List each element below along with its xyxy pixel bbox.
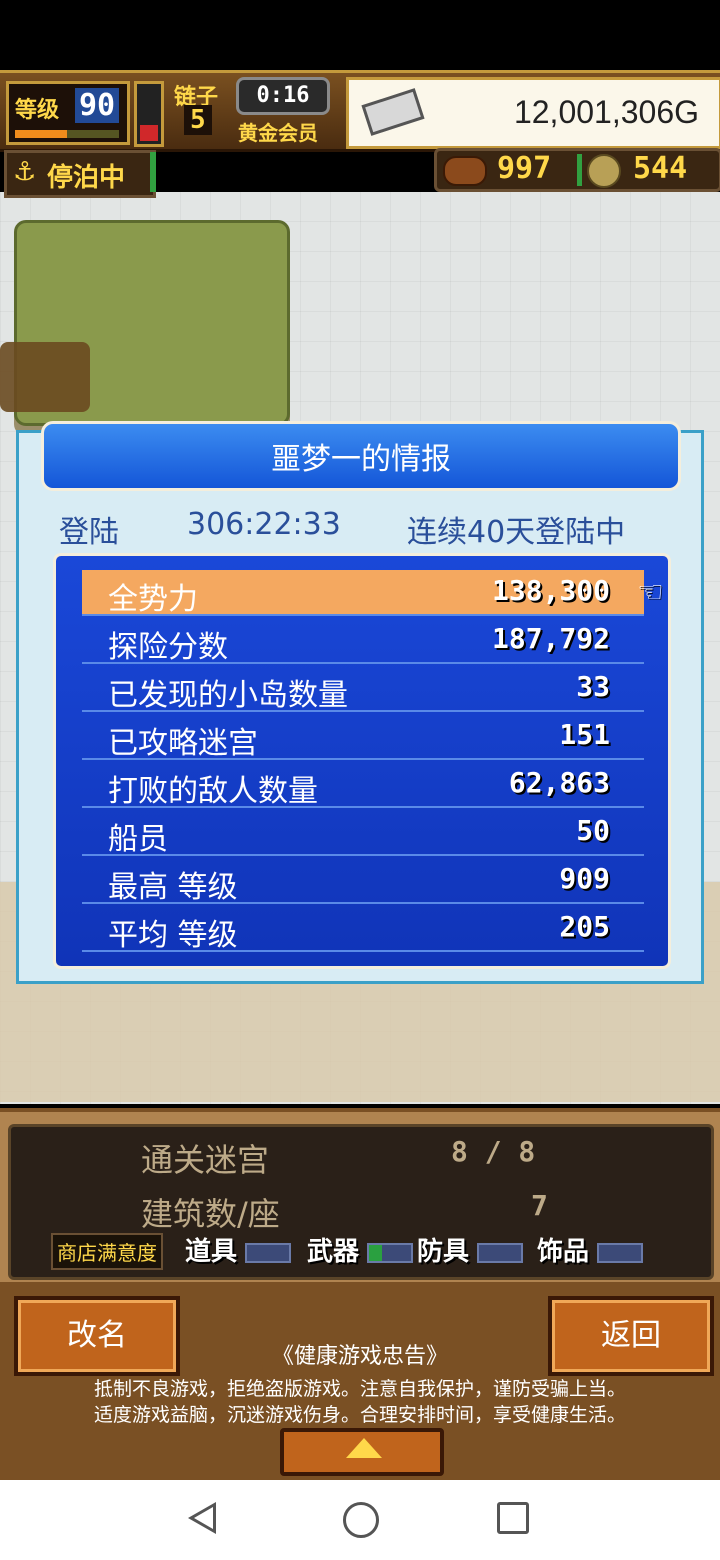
shop-satisfaction-bar: [597, 1243, 643, 1263]
shop-item-label: 饰品: [537, 1237, 590, 1267]
stat-row[interactable]: 船员 50: [82, 810, 644, 857]
stat-row[interactable]: 探险分数 187,792: [82, 618, 644, 665]
up-arrow-icon: [346, 1438, 382, 1458]
login-streak: 连续40天登陆中: [407, 515, 626, 550]
resources-box: 997 544: [434, 148, 720, 192]
health-notice-line1: 抵制不良游戏，拒绝盗版游戏。注意自我保护，谨防受骗上当。: [93, 1378, 626, 1400]
stat-label: 已发现的小岛数量: [108, 678, 348, 713]
stat-value: 187,792: [491, 622, 610, 655]
info-dialog: 噩梦一的情报 登陆 306:22:33 连续40天登陆中 全势力 138,300 探…: [16, 421, 704, 984]
ship-sprite: [0, 342, 90, 412]
dialog-title: 噩梦一的情报: [271, 442, 451, 477]
expand-button[interactable]: [280, 1428, 444, 1476]
stat-row[interactable]: 平均 等级 205: [82, 906, 644, 953]
anchor-icon: ⚓: [13, 157, 37, 187]
hp-gauge: [134, 81, 164, 147]
status-bar: [0, 0, 720, 70]
health-notice-line2: 适度游戏益脑，沉迷游戏伤身。合理安排时间，享受健康生活。: [93, 1404, 626, 1426]
stat-value: 151: [559, 718, 610, 751]
stat-value: 138,300: [491, 574, 610, 607]
login-label: 登陆: [59, 515, 119, 550]
shop-satisfaction-label: 商店满意度: [51, 1233, 163, 1270]
gold-value: 12,001,306G: [513, 94, 699, 130]
shop-item-label: 防具: [417, 1237, 470, 1267]
nav-recents-icon[interactable]: [497, 1502, 529, 1534]
stat-label: 最高 等级: [108, 870, 238, 905]
resource-divider: [577, 154, 582, 186]
coin-icon: [587, 154, 621, 188]
footer: 改名 返回 《健康游戏忠告》 抵制不良游戏，拒绝盗版游戏。注意自我保护，谨防受骗…: [0, 1282, 720, 1480]
gold-box[interactable]: 12,001,306G: [346, 77, 720, 149]
shop-satisfaction-fill: [369, 1245, 382, 1261]
docked-status[interactable]: ⚓ 停泊中: [4, 150, 156, 198]
shop-satisfaction-bar: [245, 1243, 291, 1263]
stat-value: 205: [559, 910, 610, 943]
dialog-title-bar: 噩梦一的情报: [41, 421, 681, 491]
stat-label: 平均 等级: [108, 918, 238, 953]
island-info-inner: 通关迷宫 8 / 8 建筑数/座 7 商店满意度 道具 武器 防具 饰品: [8, 1124, 714, 1280]
level-progress-fill: [15, 130, 67, 138]
shop-satisfaction-bar: [367, 1243, 413, 1263]
stat-label: 探险分数: [108, 630, 228, 665]
food-value: 997: [497, 151, 552, 186]
stat-row[interactable]: 已发现的小岛数量 33: [82, 666, 644, 713]
ticket-icon: [361, 88, 425, 136]
shop-item-label: 道具: [185, 1237, 238, 1267]
nav-home-icon[interactable]: [343, 1502, 379, 1538]
stat-label: 船员: [108, 822, 168, 857]
member-badge: 黄金会员: [238, 121, 318, 145]
level-box: 等级 90: [6, 81, 130, 145]
system-nav-bar: [0, 1480, 720, 1560]
stat-value: 909: [559, 862, 610, 895]
health-notice-title: 《健康游戏忠告》: [271, 1344, 448, 1369]
buildings-label: 建筑数/座: [141, 1195, 280, 1233]
stat-label: 已攻略迷宫: [108, 726, 258, 761]
cleared-dungeons-value: 8 / 8: [451, 1135, 536, 1168]
stat-value: 50: [576, 814, 610, 847]
coin-value: 544: [633, 151, 688, 186]
docked-indicator: [150, 152, 156, 192]
shop-satisfaction-bar: [477, 1243, 523, 1263]
stat-row[interactable]: 全势力 138,300: [82, 570, 644, 617]
timer: 0:16: [236, 77, 330, 115]
stat-value: 33: [576, 670, 610, 703]
hp-gauge-fill: [140, 125, 158, 141]
buildings-value: 7: [531, 1189, 548, 1222]
cleared-dungeons-label: 通关迷宫: [141, 1141, 270, 1179]
pointing-hand-icon: ☜: [637, 575, 664, 610]
stat-row[interactable]: 已攻略迷宫 151: [82, 714, 644, 761]
level-value: 90: [75, 88, 120, 123]
food-icon: [443, 156, 487, 186]
stat-label: 打败的敌人数量: [108, 774, 318, 809]
top-hud: 等级 90 链子 5 0:16 黄金会员 12,001,306G: [0, 70, 720, 152]
stat-value: 62,863: [508, 766, 610, 799]
stats-panel: 全势力 138,300 探险分数 187,792 已发现的小岛数量 33 已攻略迷宫 151 打…: [53, 553, 671, 969]
island-info-panel: 通关迷宫 8 / 8 建筑数/座 7 商店满意度 道具 武器 防具 饰品: [0, 1108, 720, 1284]
stat-row[interactable]: 打败的敌人数量 62,863: [82, 762, 644, 809]
stat-label: 全势力: [108, 582, 198, 617]
level-label: 等级: [15, 98, 60, 123]
level-progress-bar: [15, 130, 119, 138]
docked-label: 停泊中: [47, 163, 126, 193]
stat-row[interactable]: 最高 等级 909: [82, 858, 644, 905]
nav-back-icon-inner: [194, 1507, 213, 1529]
login-time: 306:22:33: [187, 507, 341, 542]
shop-item-label: 武器: [307, 1237, 360, 1267]
floor-value: 5: [184, 105, 212, 135]
